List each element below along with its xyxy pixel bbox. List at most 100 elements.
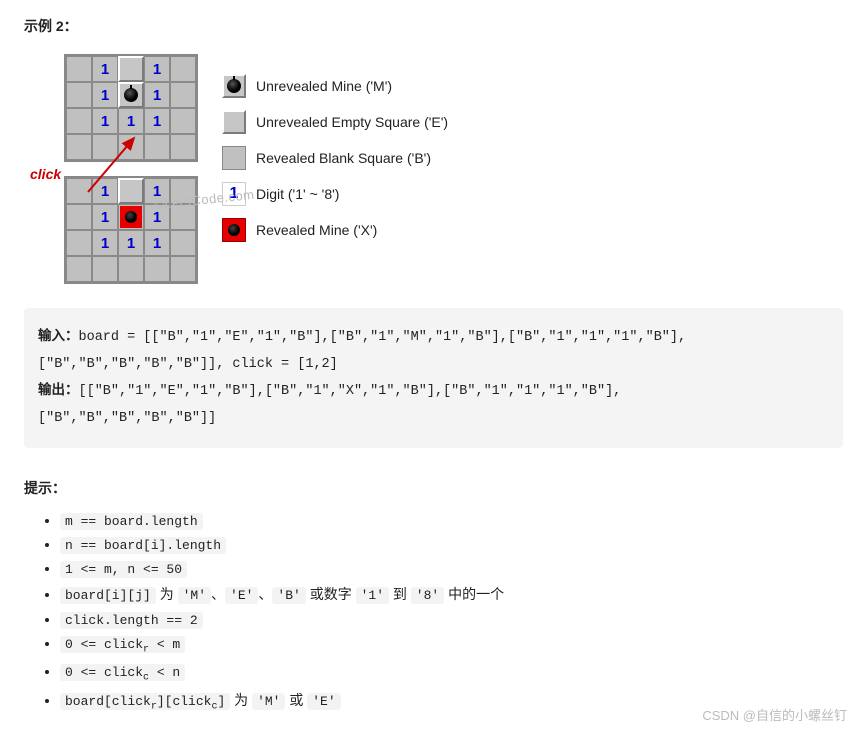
board-cell: 1 <box>118 230 144 256</box>
board-cell <box>118 56 144 82</box>
hint-item: m == board.length <box>60 512 843 529</box>
board-cell <box>118 82 144 108</box>
hint-text: 到 <box>389 586 411 602</box>
hint-code: 'M' <box>178 587 211 604</box>
board-cell: 1 <box>92 204 118 230</box>
hint-text: 为 <box>156 586 178 602</box>
board-cell <box>170 256 196 282</box>
legend-row-empty: Unrevealed Empty Square ('E') <box>222 110 448 134</box>
hint-code: 0 <= clickc < n <box>60 664 185 681</box>
blank-icon <box>222 146 246 170</box>
board-cell <box>170 108 196 134</box>
board-cell <box>66 56 92 82</box>
hint-text: ][click <box>157 694 212 709</box>
io-codebox: 输入：board = [["B","1","E","1","B"],["B","… <box>24 308 843 448</box>
hints-list: m == board.length n == board[i].length 1… <box>60 512 843 713</box>
mine-icon <box>222 74 246 98</box>
board-cell <box>66 204 92 230</box>
hint-text: 、 <box>211 586 225 602</box>
board-cell <box>170 56 196 82</box>
boards-column: 1111111 click ©LeetCode.com 1111111 <box>64 54 198 284</box>
board-cell: 1 <box>144 82 170 108</box>
hint-code: n == board[i].length <box>60 537 226 554</box>
hint-text: 、 <box>258 586 272 602</box>
revealed-mine-icon <box>222 218 246 242</box>
board-cell: 1 <box>92 56 118 82</box>
input-text: board = [["B","1","E","1","B"],["B","1",… <box>38 330 686 372</box>
board-cell <box>118 204 144 230</box>
empty-icon <box>222 110 246 134</box>
hint-text: 或 <box>285 692 307 708</box>
legend-label: Revealed Mine ('X') <box>256 222 377 238</box>
input-label: 输入： <box>38 330 79 345</box>
hint-code: 0 <= clickr < m <box>60 636 185 653</box>
hint-code: board[i][j] <box>60 587 156 604</box>
hint-item: 0 <= clickc < n <box>60 663 843 684</box>
hint-text: ] <box>217 694 225 709</box>
legend-label: Digit ('1' ~ '8') <box>256 186 339 202</box>
hint-item: board[i][j] 为 'M'、'E'、'B' 或数字 '1' 到 '8' … <box>60 584 843 604</box>
hint-text: 0 <= click <box>65 665 143 680</box>
board-cell <box>92 134 118 160</box>
hint-item: 0 <= clickr < m <box>60 635 843 656</box>
hint-code: 'E' <box>225 587 258 604</box>
board-cell <box>66 230 92 256</box>
figure-area: 1111111 click ©LeetCode.com 1111111 Unre… <box>64 54 843 284</box>
hint-text: 为 <box>230 692 252 708</box>
board-cell <box>118 256 144 282</box>
board-after: 1111111 <box>64 176 198 284</box>
hint-text: 0 <= click <box>65 637 143 652</box>
example-title: 示例 2： <box>24 16 843 36</box>
hint-code: m == board.length <box>60 513 203 530</box>
hint-text: 中的一个 <box>444 586 504 602</box>
board-cell <box>66 108 92 134</box>
output-label: 输出： <box>38 384 79 399</box>
hint-code: '1' <box>356 587 389 604</box>
hint-item: n == board[i].length <box>60 536 843 553</box>
hint-text: 或数字 <box>306 586 356 602</box>
legend-label: Unrevealed Mine ('M') <box>256 78 392 94</box>
hint-code: '8' <box>411 587 444 604</box>
board-cell <box>66 256 92 282</box>
revealed-bomb-icon <box>120 206 142 228</box>
board-cell <box>118 134 144 160</box>
hint-code: 'B' <box>272 587 305 604</box>
hint-code: 'M' <box>252 693 285 710</box>
board-cell <box>170 230 196 256</box>
output-text: [["B","1","E","1","B"],["B","1","X","1",… <box>38 384 621 426</box>
board-cell <box>92 256 118 282</box>
board-cell: 1 <box>92 108 118 134</box>
board-cell <box>144 256 170 282</box>
hint-item: click.length == 2 <box>60 611 843 628</box>
board-cell: 1 <box>118 108 144 134</box>
board-cell <box>118 178 144 204</box>
hint-text: board[click <box>65 694 151 709</box>
board-cell <box>144 134 170 160</box>
board-cell <box>66 82 92 108</box>
hint-text: < m <box>149 637 180 652</box>
hint-code: board[clickr][clickc] <box>60 693 230 710</box>
hint-code: 'E' <box>307 693 340 710</box>
board-cell: 1 <box>92 178 118 204</box>
board-cell: 1 <box>92 82 118 108</box>
legend: Unrevealed Mine ('M') Unrevealed Empty S… <box>222 74 448 242</box>
legend-row-mine: Unrevealed Mine ('M') <box>222 74 448 98</box>
board-cell: 1 <box>144 108 170 134</box>
legend-label: Revealed Blank Square ('B') <box>256 150 431 166</box>
hint-text: < n <box>149 665 180 680</box>
bomb-icon <box>124 88 138 102</box>
board-cell: 1 <box>92 230 118 256</box>
legend-row-blank: Revealed Blank Square ('B') <box>222 146 448 170</box>
board-cell <box>66 134 92 160</box>
board-cell: 1 <box>144 230 170 256</box>
click-label: click <box>30 166 61 182</box>
board-before: 1111111 <box>64 54 198 162</box>
hint-code: click.length == 2 <box>60 612 203 629</box>
hints-title: 提示： <box>24 478 843 498</box>
legend-row-revealed-mine: Revealed Mine ('X') <box>222 218 448 242</box>
hint-code: 1 <= m, n <= 50 <box>60 561 187 578</box>
board-cell: 1 <box>144 56 170 82</box>
board-cell <box>170 134 196 160</box>
board-cell <box>66 178 92 204</box>
legend-label: Unrevealed Empty Square ('E') <box>256 114 448 130</box>
